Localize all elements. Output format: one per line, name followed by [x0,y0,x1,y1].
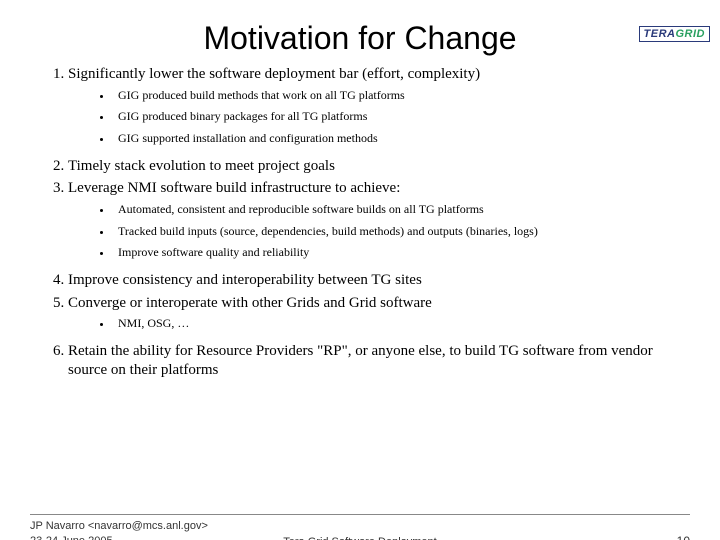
subpoint: Improve software quality and reliability [112,245,690,261]
subpoint: GIG supported installation and configura… [112,131,690,147]
point-text: Retain the ability for Resource Provider… [68,342,690,380]
point-text: Timely stack evolution to meet project g… [68,157,690,176]
footer-center: Tera.Grid Software Deployment [30,536,690,540]
sublist: NMI, OSG, … [68,316,690,332]
point-text: Leverage NMI software build infrastructu… [68,179,690,198]
slide-content: Significantly lower the software deploym… [0,65,720,379]
logo-part2: GRID [676,28,706,40]
point-6: Retain the ability for Resource Provider… [68,342,690,380]
subpoint: NMI, OSG, … [112,316,690,332]
logo-part1: TERA [644,28,676,40]
point-2: Timely stack evolution to meet project g… [68,157,690,176]
sublist: Automated, consistent and reproducible s… [68,202,690,261]
footer-author: JP Navarro <navarro@mcs.anl.gov> [30,519,208,533]
footer: JP Navarro <navarro@mcs.anl.gov> 23-24 J… [30,514,690,540]
point-1: Significantly lower the software deploym… [68,65,690,147]
subpoint: Automated, consistent and reproducible s… [112,202,690,218]
point-text: Converge or interoperate with other Grid… [68,294,690,313]
subpoint: GIG produced build methods that work on … [112,88,690,104]
teragrid-logo: TERAGRID [639,26,710,42]
main-list: Significantly lower the software deploym… [40,65,690,379]
point-text: Significantly lower the software deploym… [68,65,690,84]
sublist: GIG produced build methods that work on … [68,88,690,147]
subpoint: GIG produced binary packages for all TG … [112,109,690,125]
point-5: Converge or interoperate with other Grid… [68,294,690,332]
point-4: Improve consistency and interoperability… [68,271,690,290]
slide-title: Motivation for Change [0,20,720,57]
subpoint: Tracked build inputs (source, dependenci… [112,224,690,240]
point-3: Leverage NMI software build infrastructu… [68,179,690,261]
footer-divider [30,514,690,515]
slide: TERAGRID Motivation for Change Significa… [0,20,720,540]
point-text: Improve consistency and interoperability… [68,271,690,290]
